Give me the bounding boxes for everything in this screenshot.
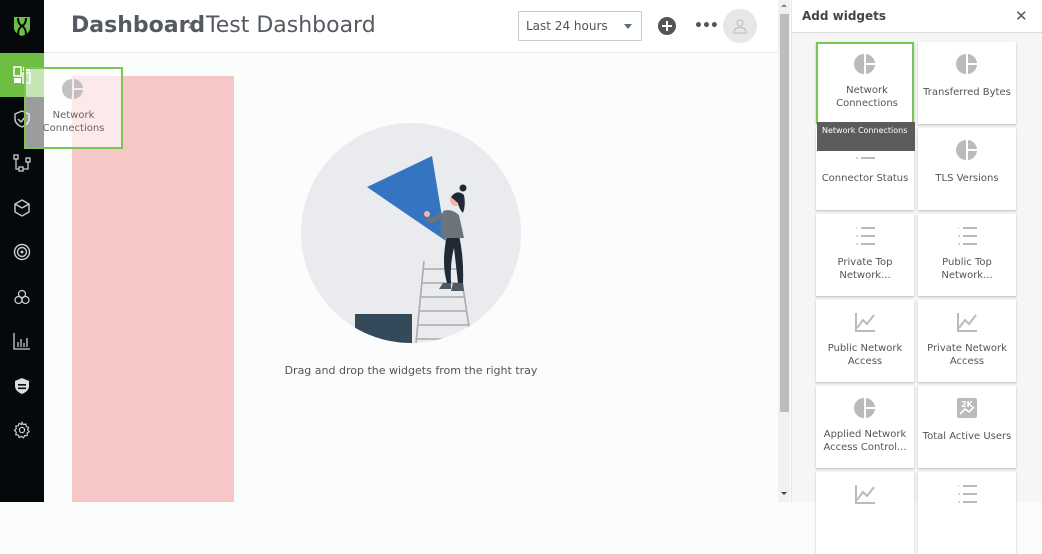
sidebar-item-targets[interactable]: [0, 230, 44, 274]
sidebar-item-settings[interactable]: [0, 408, 44, 452]
widget-tile-label: Total Active Users: [922, 431, 1012, 442]
main-area: Dashboard › Test Dashboard Last 24 hours…: [44, 0, 790, 502]
widget-tile[interactable]: Public Top Network...: [918, 214, 1016, 296]
pie-chart-icon: [62, 79, 83, 99]
avatar[interactable]: [723, 9, 757, 43]
page-title: Test Dashboard: [206, 13, 376, 38]
scroll-up-arrow-icon[interactable]: [781, 4, 787, 7]
sidebar-item-policies[interactable]: [0, 364, 44, 408]
widget-tile-label: Transferred Bytes: [923, 87, 1011, 98]
widget-tile[interactable]: Private Top Network...: [816, 214, 914, 296]
page-header: Dashboard › Test Dashboard Last 24 hours…: [44, 0, 778, 53]
caret-down-icon: [624, 24, 632, 29]
widget-tile-label: Private Top Network...: [837, 257, 893, 281]
panel-title: Add widgets: [802, 9, 887, 23]
shield-logo-icon[interactable]: [0, 0, 44, 52]
widget-tile-label: TLS Versions: [935, 173, 999, 184]
widget-tile-label: Network Connections: [836, 85, 898, 109]
time-range-select[interactable]: Last 24 hours: [518, 11, 642, 41]
widget-tile[interactable]: Network Connections: [816, 42, 914, 124]
cube-icon: [14, 199, 30, 217]
widget-tile[interactable]: [918, 472, 1016, 554]
widget-tile[interactable]: [816, 472, 914, 554]
widget-tile-label: Public Top Network...: [941, 257, 993, 281]
breadcrumb-chevron-icon: ›: [187, 15, 194, 35]
sidebar-item-resources[interactable]: [0, 186, 44, 230]
scrollbar-thumb[interactable]: [780, 14, 789, 412]
policy-shield-icon: [15, 378, 29, 394]
sidebar-item-integrations[interactable]: [0, 275, 44, 319]
empty-state-illustration: [301, 123, 521, 343]
widget-tile[interactable]: Public Network Access: [816, 300, 914, 382]
widget-tile[interactable]: TLS Versions: [918, 128, 1016, 210]
add-widgets-panel: Add widgets ✕ Network Connections Transfe…: [791, 0, 1042, 554]
ranked-list-icon: [856, 227, 875, 245]
settings-gear-icon: [13, 421, 31, 439]
widget-tile-label: Private Network Access: [927, 343, 1007, 367]
kpi-trend-icon: 2K: [957, 398, 977, 418]
dashboard-canvas[interactable]: Drag and drop the widgets from the right…: [44, 54, 778, 502]
network-topology-icon: [13, 154, 31, 172]
sidebar-item-reports[interactable]: [0, 319, 44, 363]
breadcrumb-dashboard-link[interactable]: Dashboard: [71, 13, 205, 38]
widget-tile[interactable]: Applied Network Access Control...: [816, 386, 914, 468]
line-chart-icon: [855, 313, 875, 332]
pie-chart-icon: [854, 54, 875, 74]
widget-tile-label: Applied Network Access Control...: [823, 429, 907, 453]
widget-tile[interactable]: 2K Total Active Users: [918, 386, 1016, 468]
panel-header: Add widgets ✕: [792, 0, 1042, 33]
pie-chart-icon: [956, 140, 977, 160]
widget-tile[interactable]: Transferred Bytes: [918, 42, 1016, 124]
close-icon[interactable]: ✕: [1015, 9, 1028, 24]
dragged-widget-preview[interactable]: Network Connections: [24, 67, 123, 149]
add-widget-button[interactable]: [658, 17, 676, 35]
scroll-down-arrow-icon[interactable]: [781, 492, 787, 495]
more-options-button[interactable]: •••: [694, 18, 719, 34]
bar-chart-icon: [13, 333, 30, 350]
svg-text:2K: 2K: [961, 400, 974, 409]
main-scrollbar[interactable]: [778, 0, 790, 502]
pie-chart-icon: [854, 398, 875, 418]
line-chart-icon: [957, 313, 977, 332]
integrations-icon: [14, 289, 30, 305]
empty-state-message: Drag and drop the widgets from the right…: [284, 364, 538, 377]
widget-tile-label: Public Network Access: [827, 343, 903, 367]
dragged-widget-label: Network Connections: [42, 110, 105, 134]
time-range-value: Last 24 hours: [526, 19, 608, 33]
ranked-list-icon: [958, 227, 977, 245]
pie-chart-icon: [956, 54, 977, 74]
widget-tile-label: Connector Status: [821, 173, 909, 184]
target-icon: [13, 243, 31, 261]
widget-tooltip: Network Connections: [817, 122, 915, 151]
widget-tile[interactable]: Private Network Access: [918, 300, 1016, 382]
user-icon: [733, 19, 747, 34]
